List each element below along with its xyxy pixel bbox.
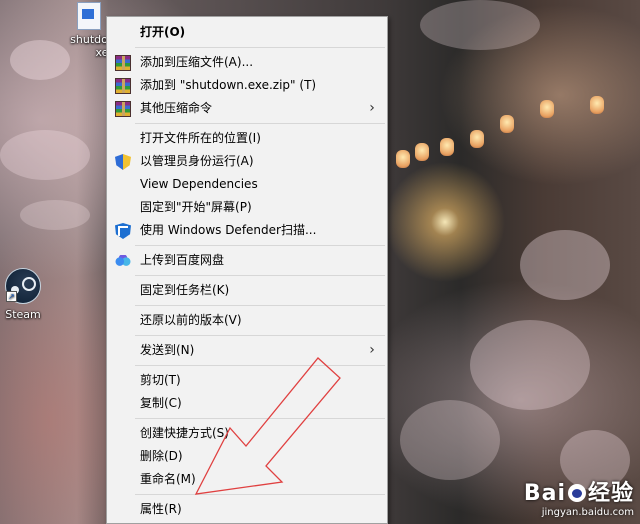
menu-item-label: 属性(R) (140, 502, 182, 516)
lantern-decoration (590, 96, 604, 114)
watermark-brand-right: 经验 (587, 481, 634, 506)
blossom-decoration (420, 0, 540, 50)
menu-item-upload-baidu[interactable]: 上传到百度网盘 (107, 249, 387, 272)
lantern-decoration (440, 138, 454, 156)
lantern-decoration (396, 150, 410, 168)
blossom-decoration (520, 230, 610, 300)
menu-separator (135, 494, 385, 495)
menu-item-label: 添加到压缩文件(A)... (140, 55, 254, 69)
menu-item-label: 使用 Windows Defender扫描... (140, 223, 317, 237)
lantern-decoration (415, 143, 429, 161)
menu-item-label: 以管理员身份运行(A) (140, 154, 254, 168)
menu-item-other-compress[interactable]: 其他压缩命令 › (107, 97, 387, 120)
menu-item-label: 添加到 "shutdown.exe.zip" (T) (140, 78, 317, 92)
winrar-icon (115, 55, 131, 71)
blossom-decoration (400, 400, 500, 480)
menu-separator (135, 275, 385, 276)
menu-item-label: View Dependencies (140, 177, 258, 191)
menu-item-cut[interactable]: 剪切(T) (107, 369, 387, 392)
menu-item-label: 打开文件所在的位置(I) (140, 131, 261, 145)
baidu-netdisk-icon (115, 255, 131, 266)
menu-item-label: 复制(C) (140, 396, 182, 410)
winrar-icon (115, 101, 131, 117)
chevron-right-icon: › (369, 342, 375, 358)
desktop-icon-steam[interactable]: ↗ Steam (0, 268, 54, 321)
menu-item-pin-to-taskbar[interactable]: 固定到任务栏(K) (107, 279, 387, 302)
menu-item-label: 其他压缩命令 (140, 101, 213, 115)
menu-item-add-to-archive[interactable]: 添加到压缩文件(A)... (107, 51, 387, 74)
menu-item-properties[interactable]: 属性(R) (107, 498, 387, 521)
menu-item-view-dependencies[interactable]: View Dependencies (107, 173, 387, 196)
menu-item-label: 重命名(M) (140, 472, 196, 486)
watermark-brand-left: Bai (523, 481, 566, 506)
menu-item-send-to[interactable]: 发送到(N) › (107, 339, 387, 362)
desktop-background: shutdo xe ↗ Steam 打开(O) 添加到压缩文件(A)... 添加… (0, 0, 640, 524)
menu-item-delete[interactable]: 删除(D) (107, 445, 387, 468)
menu-separator (135, 47, 385, 48)
menu-separator (135, 245, 385, 246)
menu-item-label: 固定到任务栏(K) (140, 283, 230, 297)
watermark-url: jingyan.baidu.com (541, 507, 634, 518)
lantern-decoration (470, 130, 484, 148)
menu-separator (135, 335, 385, 336)
blossom-decoration (0, 130, 90, 180)
menu-item-run-as-admin[interactable]: 以管理员身份运行(A) (107, 150, 387, 173)
menu-item-add-to-zip[interactable]: 添加到 "shutdown.exe.zip" (T) (107, 74, 387, 97)
menu-item-defender-scan[interactable]: 使用 Windows Defender扫描... (107, 219, 387, 242)
menu-separator (135, 123, 385, 124)
menu-item-rename[interactable]: 重命名(M) (107, 468, 387, 491)
chevron-right-icon: › (369, 100, 375, 116)
menu-separator (135, 418, 385, 419)
menu-item-restore-previous[interactable]: 还原以前的版本(V) (107, 309, 387, 332)
uac-shield-icon (115, 154, 131, 170)
menu-item-label: 剪切(T) (140, 373, 181, 387)
menu-item-open[interactable]: 打开(O) (107, 21, 387, 44)
menu-item-create-shortcut[interactable]: 创建快捷方式(S) (107, 422, 387, 445)
menu-item-pin-to-start[interactable]: 固定到"开始"屏幕(P) (107, 196, 387, 219)
desktop-icon-label: Steam (5, 308, 41, 321)
exe-file-icon (77, 2, 101, 30)
lantern-decoration (540, 100, 554, 118)
menu-item-label: 固定到"开始"屏幕(P) (140, 200, 252, 214)
menu-item-label: 发送到(N) (140, 343, 195, 357)
windows-defender-icon (115, 223, 131, 239)
blossom-decoration (20, 200, 90, 230)
menu-separator (135, 305, 385, 306)
menu-item-label: 打开(O) (140, 25, 186, 39)
context-menu: 打开(O) 添加到压缩文件(A)... 添加到 "shutdown.exe.zi… (106, 16, 388, 524)
lantern-decoration (500, 115, 514, 133)
shortcut-arrow-icon: ↗ (6, 291, 17, 302)
menu-item-label: 上传到百度网盘 (140, 253, 225, 267)
baidu-paw-icon (567, 484, 586, 502)
winrar-icon (115, 78, 131, 94)
baidu-watermark: Bai 经验 jingyan.baidu.com (524, 475, 634, 518)
watermark-brand: Bai 经验 (524, 475, 634, 507)
menu-item-copy[interactable]: 复制(C) (107, 392, 387, 415)
blossom-decoration (470, 320, 590, 410)
menu-separator (135, 365, 385, 366)
menu-item-label: 还原以前的版本(V) (140, 313, 242, 327)
menu-item-label: 删除(D) (140, 449, 183, 463)
menu-item-open-file-location[interactable]: 打开文件所在的位置(I) (107, 127, 387, 150)
menu-item-label: 创建快捷方式(S) (140, 426, 229, 440)
